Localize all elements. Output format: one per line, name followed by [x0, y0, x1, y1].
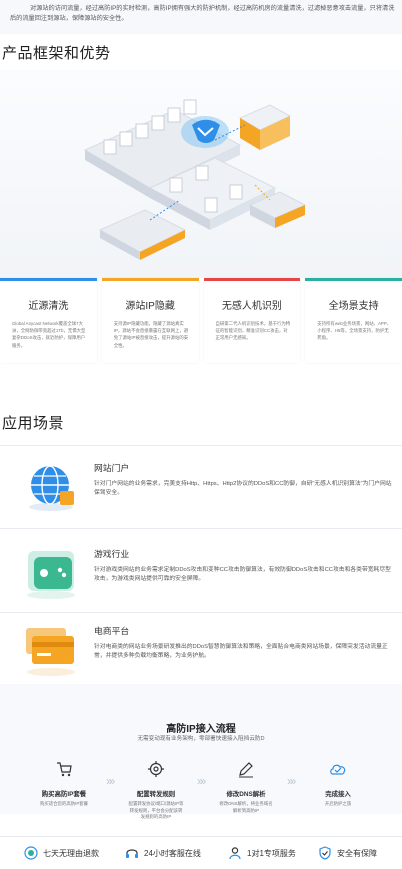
guarantee-label: 1对1专项服务 [247, 848, 296, 858]
globe-icon [29, 465, 74, 511]
advantage-cards: 近源清洗 Global Anycast Network覆盖全球7大洲，全网防御带… [0, 278, 402, 363]
guarantee-item: 七天无理由退款 [24, 846, 99, 860]
scenario-desc: 针对游戏类网站的业务需求定制DDoS攻击和变种CC攻击防御算法，有效防御DDoS… [94, 567, 391, 582]
chevrons-right-icon: »» [106, 774, 116, 788]
framework-diagram [0, 70, 402, 278]
pen-icon [239, 762, 253, 778]
isometric-diagram-image [83, 99, 307, 260]
step-desc: 修改DNS解析，将业务域名解析到高防IP [219, 801, 273, 813]
scenarios-title: 应用场景 [2, 415, 65, 432]
advantage-title: 近源清洗 [28, 301, 69, 312]
flow-title: 高防IP接入流程 [166, 724, 236, 735]
flow-subtitle: 无需变动现有业务架构，零部署快速接入阻挡云防D [137, 736, 265, 742]
scenario-title: 网站门户 [94, 463, 130, 473]
scenario-desc: 针对电商类的网站业务场景研发推出的DDoS智慧防御算法和策略，全面贴合电商类网站… [94, 644, 388, 659]
intro-text: 对源站的访问流量，经过高防IP的实时检测，高防IP拥有强大的防护机制，经过高防机… [10, 5, 395, 22]
intro-section: 对源站的访问流量，经过高防IP的实时检测，高防IP拥有强大的防护机制，经过高防机… [0, 0, 402, 34]
step-title: 配置转发规则 [136, 791, 176, 798]
cart-icon [57, 762, 72, 777]
framework-title: 产品框架和优势 [2, 45, 111, 62]
divider [0, 612, 402, 613]
flow-step: 完成接入 开启防护之旅 [302, 760, 374, 808]
gear-icon [148, 761, 164, 777]
flow-step: 购买高防IP套餐 购买适合您的高防IP套餐 [28, 760, 100, 808]
advantage-card: 无感人机识别 自研第二代人机识别技术，基于行为特征的智能识别，精准识别CC攻击，… [203, 278, 301, 363]
scenario-title: 游戏行业 [94, 549, 130, 559]
advantage-card: 近源清洗 Global Anycast Network覆盖全球7大洲，全网防御带… [0, 278, 97, 363]
advantage-title: 无感人机识别 [221, 301, 282, 312]
cards-icon [26, 628, 75, 676]
guarantee-label: 七天无理由退款 [43, 848, 99, 858]
advantage-title: 全场景支持 [328, 301, 379, 312]
advantage-desc: 支持源IP隐藏功能，隐藏了源站真实IP，源站不会直接暴露在互联网上，避免了源站I… [113, 321, 189, 348]
scenario-item: 游戏行业 针对游戏类网站的业务需求定制DDoS攻击和变种CC攻击防御算法，有效防… [0, 543, 402, 611]
step-title: 购买高防IP套餐 [41, 791, 87, 798]
advantage-card: 源站IP隐藏 支持源IP隐藏功能，隐藏了源站真实IP，源站不会直接暴露在互联网上… [101, 278, 199, 363]
advantage-desc: Global Anycast Network覆盖全球7大洲，全网防御带宽超过1T… [12, 321, 86, 348]
advantage-card: 全场景支持 支持所有web业务场景，网站、APP、小程序、H5等，全场景支持，防… [305, 278, 402, 363]
flow-step: 修改DNS解析 修改DNS解析，将业务域名解析到高防IP [210, 760, 282, 814]
scenario-item: 电商平台 针对电商类的网站业务场景研发推出的DDoS智慧防御算法和策略，全面贴合… [0, 620, 402, 688]
step-title: 修改DNS解析 [226, 791, 266, 798]
gamepad-icon [27, 551, 75, 599]
access-flow-section: 高防IP接入流程 无需变动现有业务架构，零部署快速接入阻挡云防D 购买高防IP套… [0, 684, 402, 819]
guarantee-label: 安全有保障 [337, 848, 377, 858]
guarantee-label: 24小时客服在线 [144, 848, 201, 858]
scenario-title: 电商平台 [94, 626, 130, 636]
step-desc: 购买适合您的高防IP套餐 [39, 801, 89, 806]
advantage-title: 源站IP隐藏 [125, 301, 175, 312]
scenario-desc: 针对门户网站的业务需求，完美支持Http、Https、Http2协议的DDoS和… [94, 481, 392, 496]
person-icon [229, 847, 241, 860]
cloud-check-icon [330, 764, 346, 775]
guarantee-item: 1对1专项服务 [228, 846, 296, 860]
chevrons-right-icon: »» [197, 774, 207, 788]
step-desc: 开启防护之旅 [324, 801, 352, 806]
divider [0, 528, 402, 529]
flow-step: 配置转发规则 配置转发协议/端口/源站IP等转发规则，平台会分配该转发规则的高防… [120, 760, 192, 821]
step-desc: 配置转发协议/端口/源站IP等转发规则，平台会分配该转发规则的高防IP [128, 801, 184, 819]
chevrons-right-icon: »» [287, 774, 297, 788]
advantage-desc: 支持所有web业务场景，网站、APP、小程序、H5等，全场景支持，防护无死角。 [317, 321, 392, 341]
guarantee-bar: 七天无理由退款 24小时客服在线 1对1专项服务 安全有保障 [0, 836, 402, 869]
refund-icon [24, 846, 38, 860]
shield-icon [319, 846, 331, 860]
guarantee-item: 24小时客服在线 [125, 846, 201, 860]
guarantee-item: 安全有保障 [318, 846, 377, 860]
divider [0, 445, 402, 446]
headset-icon [126, 849, 138, 858]
advantage-desc: 自研第二代人机识别技术，基于行为特征的智能识别，精准识别CC攻击，对正常用户无感… [215, 321, 291, 341]
scenario-item: 网站门户 针对门户网站的业务需求，完美支持Http、Https、Http2协议的… [0, 457, 402, 525]
step-title: 完成接入 [325, 791, 351, 798]
